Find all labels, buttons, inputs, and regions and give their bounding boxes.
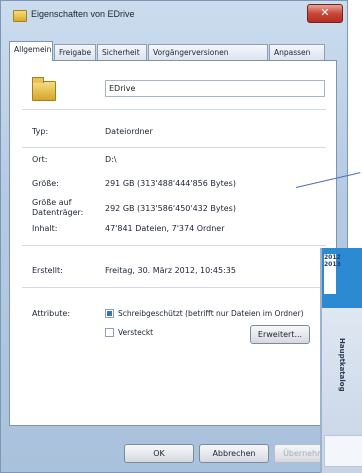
created-value: Freitag, 30. März 2012, 10:45:35 — [105, 266, 236, 275]
close-button[interactable]: ✕ — [307, 4, 343, 23]
window-title: Eigenschaften von EDrive — [31, 9, 135, 19]
type-value: Dateiordner — [105, 127, 153, 136]
separator — [22, 109, 326, 110]
folder-large-icon — [32, 77, 56, 101]
separator — [22, 287, 326, 288]
advanced-button[interactable]: Erweitert... — [250, 325, 310, 344]
readonly-label[interactable]: Schreibgeschützt (betrifft nur Dateien i… — [118, 309, 304, 319]
folder-icon — [13, 10, 27, 22]
hidden-checkbox[interactable] — [105, 328, 114, 337]
attributes-label: Attribute: — [32, 309, 71, 318]
contents-value: 47'841 Dateien, 7'374 Ordner — [105, 224, 225, 233]
ad-footer — [324, 435, 362, 467]
tab-strip: Allgemein Freigabe Sicherheit Vorgängerv… — [9, 41, 345, 61]
separator — [22, 245, 326, 246]
tab-sharing[interactable]: Freigabe — [54, 44, 96, 60]
general-panel: EDrive Typ: Dateiordner Ort: D:\ Größe: … — [9, 60, 337, 426]
location-label: Ort: — [32, 155, 48, 164]
ad-badge: 2012 2013 — [324, 254, 341, 294]
size-label: Größe: — [32, 179, 59, 188]
tab-security[interactable]: Sicherheit — [97, 44, 147, 60]
contents-label: Inhalt: — [32, 224, 58, 233]
created-label: Erstellt: — [32, 266, 63, 275]
location-value: D:\ — [105, 155, 117, 164]
tab-previous-versions[interactable]: Vorgängerversionen — [148, 44, 268, 60]
tab-customize[interactable]: Anpassen — [269, 44, 325, 60]
size-value: 291 GB (313'488'444'856 Bytes) — [105, 179, 236, 188]
readonly-checkbox[interactable] — [105, 309, 114, 318]
separator — [22, 147, 326, 148]
title-bar[interactable]: Eigenschaften von EDrive ✕ — [1, 1, 347, 29]
ad-side-text: Hauptkatalog — [338, 338, 346, 392]
ok-button[interactable]: OK — [124, 444, 194, 463]
hidden-label[interactable]: Versteckt — [118, 328, 153, 338]
cancel-button[interactable]: Abbrechen — [199, 444, 269, 463]
properties-dialog: Eigenschaften von EDrive ✕ Allgemein Fre… — [0, 0, 348, 473]
size-on-disk-value: 292 GB (313'586'450'432 Bytes) — [105, 204, 236, 213]
side-advertisement: 2012 2013 Hauptkatalog — [320, 248, 362, 473]
tab-general[interactable]: Allgemein — [9, 41, 53, 61]
ad-banner: 2012 2013 — [322, 248, 362, 308]
folder-name-field[interactable]: EDrive — [105, 80, 325, 97]
type-label: Typ: — [32, 127, 49, 136]
size-on-disk-label: Größe auf Datenträger: — [32, 198, 84, 217]
